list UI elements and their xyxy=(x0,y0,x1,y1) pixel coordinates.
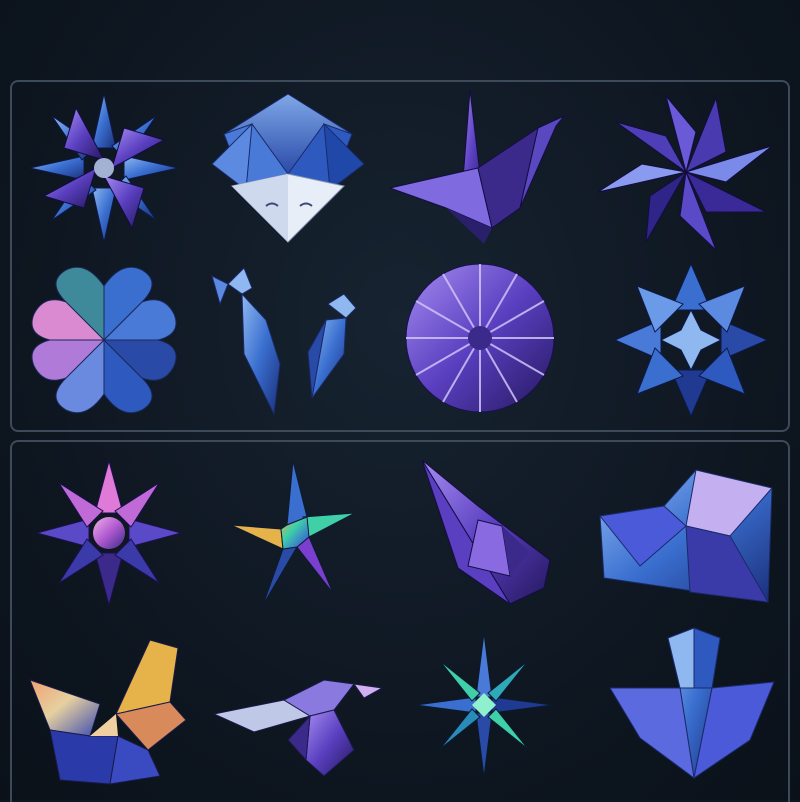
teal-eight-point-star-origami xyxy=(414,630,554,780)
four-heart-clover-origami xyxy=(26,262,182,418)
star-rosette-origami xyxy=(612,262,770,418)
iridescent-star-origami xyxy=(228,458,358,608)
envelope-origami xyxy=(599,466,776,606)
fox-face-origami xyxy=(211,93,365,244)
eight-point-star-flower-origami xyxy=(596,92,776,252)
fan-medallion-origami xyxy=(404,260,556,416)
paper-boat-origami xyxy=(418,456,554,606)
tulip-origami xyxy=(609,627,778,780)
lotus-flower-origami xyxy=(28,92,180,244)
butterfly-origami xyxy=(29,639,188,786)
pink-lotus-origami xyxy=(34,458,184,608)
hummingbird-origami xyxy=(212,660,384,780)
bird-pair-origami xyxy=(208,264,372,418)
paper-crane-origami xyxy=(388,88,568,248)
